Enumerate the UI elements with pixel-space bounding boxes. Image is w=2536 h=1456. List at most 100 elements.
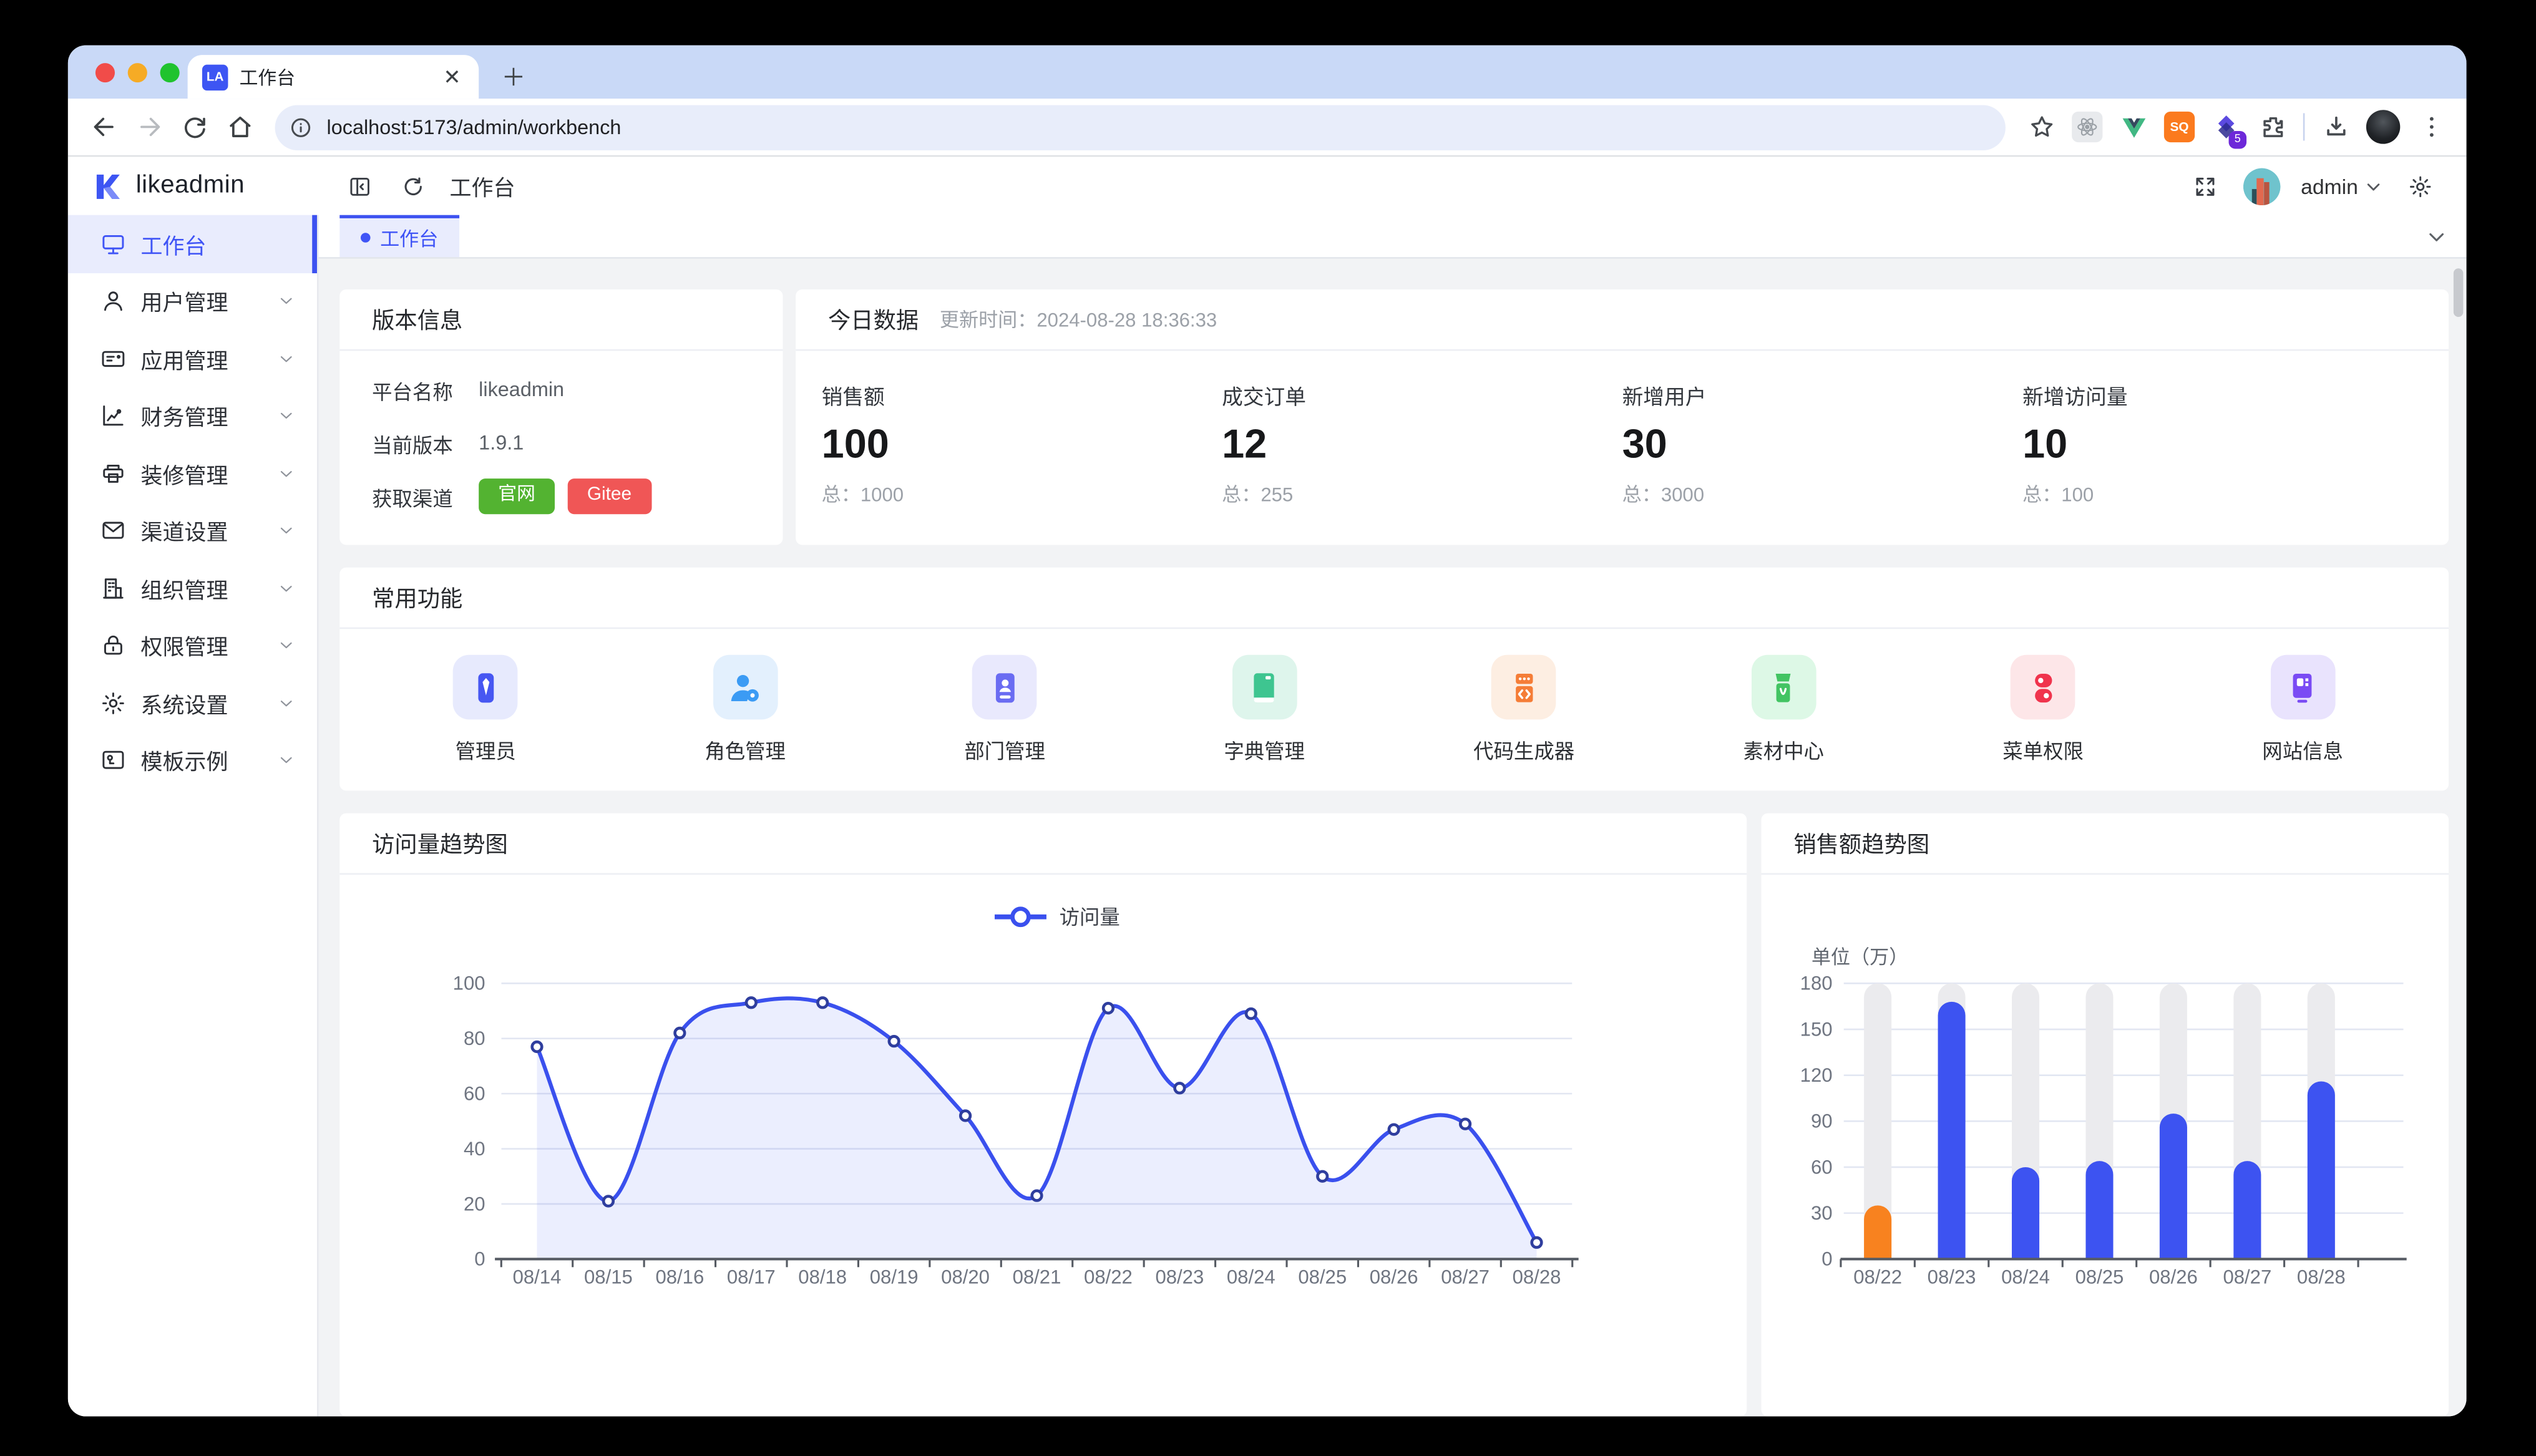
svg-text:80: 80 [464, 1027, 485, 1049]
svg-text:180: 180 [1800, 973, 1833, 994]
channel-row: 获取渠道 官网 Gitee [372, 478, 750, 514]
browser-tab[interactable]: LA 工作台 ✕ [188, 55, 479, 99]
header-right: admin [2189, 167, 2466, 205]
url-bar[interactable]: localhost:5173/admin/workbench [275, 104, 2006, 150]
chevron-down-icon [276, 750, 296, 770]
sidebar-item-系统设置[interactable]: 系统设置 [68, 674, 317, 732]
url-text: localhost:5173/admin/workbench [327, 115, 622, 138]
tags-chevron-down-icon[interactable] [2426, 226, 2447, 247]
quick-item-代码生成器[interactable]: 代码生成器 [1394, 655, 1654, 765]
svg-text:08/17: 08/17 [727, 1266, 776, 1288]
charts-row: 访问量趋势图 10080604020008/1408/1508/1608/170… [339, 813, 2449, 1417]
quick-item-网站信息[interactable]: 网站信息 [2173, 655, 2432, 765]
sidebar-item-应用管理[interactable]: 应用管理 [68, 330, 317, 387]
svg-text:08/18: 08/18 [798, 1266, 847, 1288]
svg-text:60: 60 [464, 1082, 485, 1104]
today-card-title: 今日数据 [828, 303, 919, 336]
new-tab-button[interactable]: ＋ [501, 60, 525, 94]
quick-item-部门管理[interactable]: 部门管理 [875, 655, 1134, 765]
home-icon[interactable] [220, 107, 258, 146]
settings-gear-icon[interactable] [2403, 170, 2436, 202]
quick-item-菜单权限[interactable]: 菜单权限 [1913, 655, 2173, 765]
sidebar-item-装修管理[interactable]: 装修管理 [68, 445, 317, 502]
chevron-down-icon [276, 578, 296, 598]
svg-text:08/28: 08/28 [1513, 1266, 1561, 1288]
kebab-menu-icon[interactable] [2415, 111, 2447, 143]
svg-text:08/23: 08/23 [1155, 1266, 1204, 1288]
legend-访问量[interactable]: 访问量 [995, 906, 1120, 928]
scrollbar-thumb[interactable] [2454, 268, 2464, 317]
react-devtools-icon[interactable] [2072, 112, 2102, 142]
quick-item-label: 角色管理 [705, 734, 786, 765]
browser-window: LA 工作台 ✕ ＋ localhost:5173/admin/workbenc… [68, 46, 2467, 1417]
forward-arrow-icon[interactable] [129, 107, 168, 146]
close-window-button[interactable] [95, 63, 115, 82]
today-stats: 销售额100总：1000成交订单12总：255新增用户30总：3000新增访问量… [796, 351, 2449, 545]
quick-item-label: 字典管理 [1224, 734, 1305, 765]
sidebar-item-工作台[interactable]: 工作台 [68, 215, 317, 273]
sidebar: 工作台用户管理应用管理财务管理装修管理渠道设置组织管理权限管理系统设置模板示例 [68, 215, 319, 1417]
brand-logo[interactable]: likeadmin [68, 170, 319, 201]
svg-text:90: 90 [1811, 1110, 1833, 1132]
bookmark-star-icon[interactable] [2025, 111, 2057, 143]
window-controls [95, 63, 180, 82]
reload-icon[interactable] [175, 107, 213, 146]
material-center-icon [1751, 655, 1816, 720]
quick-functions-card: 常用功能 管理员角色管理部门管理字典管理代码生成器素材中心菜单权限网站信息 [339, 568, 2449, 791]
quick-item-角色管理[interactable]: 角色管理 [615, 655, 875, 765]
svg-text:60: 60 [1811, 1156, 1833, 1178]
maximize-window-button[interactable] [160, 63, 180, 82]
extensions-puzzle-icon[interactable] [2256, 111, 2289, 143]
quick-item-字典管理[interactable]: 字典管理 [1134, 655, 1394, 765]
user-menu[interactable]: admin [2301, 174, 2382, 198]
quick-item-素材中心[interactable]: 素材中心 [1654, 655, 1913, 765]
user-icon [99, 288, 126, 315]
sidebar-item-label: 装修管理 [140, 457, 276, 490]
stat-成交订单: 成交订单12总：255 [1222, 379, 1622, 507]
official-site-button[interactable]: 官网 [479, 479, 555, 514]
content-area: 版本信息 平台名称 likeadmin 当前版本 1.9.1 [319, 259, 2467, 1417]
decorate-icon [99, 460, 126, 487]
minimize-window-button[interactable] [128, 63, 147, 82]
template-icon [99, 747, 126, 774]
user-avatar[interactable] [2243, 167, 2280, 205]
svg-text:08/14: 08/14 [513, 1266, 562, 1288]
version-row: 当前版本 1.9.1 [372, 425, 750, 461]
website-info-icon [2270, 655, 2335, 720]
svg-text:08/15: 08/15 [584, 1266, 633, 1288]
download-tray-icon[interactable] [2319, 111, 2352, 143]
sidebar-item-组织管理[interactable]: 组织管理 [68, 560, 317, 617]
svg-text:0: 0 [474, 1248, 485, 1270]
gitee-button[interactable]: Gitee [568, 479, 651, 514]
sidebar-item-用户管理[interactable]: 用户管理 [68, 273, 317, 330]
sq-extension-icon[interactable]: SQ [2164, 112, 2195, 142]
tag-workbench[interactable]: 工作台 [339, 215, 459, 257]
sidebar-item-渠道设置[interactable]: 渠道设置 [68, 502, 317, 560]
site-info-icon[interactable] [285, 111, 317, 143]
back-arrow-icon[interactable] [84, 107, 123, 146]
lock-icon [99, 632, 126, 659]
stat-新增访问量: 新增访问量10总：100 [2022, 379, 2422, 507]
sidebar-item-label: 权限管理 [140, 629, 276, 662]
refresh-page-icon[interactable] [396, 170, 429, 202]
chevron-down-icon [276, 463, 296, 483]
stat-新增用户: 新增用户30总：3000 [1622, 379, 2022, 507]
svg-text:08/27: 08/27 [1441, 1266, 1490, 1288]
quick-item-管理员[interactable]: 管理员 [356, 655, 615, 765]
svg-text:40: 40 [464, 1138, 485, 1160]
collapse-sidebar-icon[interactable] [343, 170, 375, 202]
stat-label: 新增用户 [1622, 379, 2022, 410]
vue-devtools-icon[interactable] [2117, 111, 2150, 143]
tab-close-icon[interactable]: ✕ [440, 63, 464, 90]
dictionary-book-icon [1232, 655, 1297, 720]
sidebar-item-权限管理[interactable]: 权限管理 [68, 617, 317, 674]
sidebar-item-财务管理[interactable]: 财务管理 [68, 387, 317, 445]
s5-extension-icon[interactable]: 5 [2209, 111, 2241, 143]
sidebar-item-模板示例[interactable]: 模板示例 [68, 732, 317, 789]
browser-profile-avatar[interactable] [2366, 110, 2400, 143]
fullscreen-icon[interactable] [2189, 170, 2221, 202]
app-card-icon [99, 345, 126, 372]
svg-text:08/27: 08/27 [2223, 1266, 2271, 1288]
svg-text:08/24: 08/24 [1227, 1266, 1275, 1288]
today-card-header: 今日数据 更新时间：2024-08-28 18:36:33 [796, 289, 2449, 351]
